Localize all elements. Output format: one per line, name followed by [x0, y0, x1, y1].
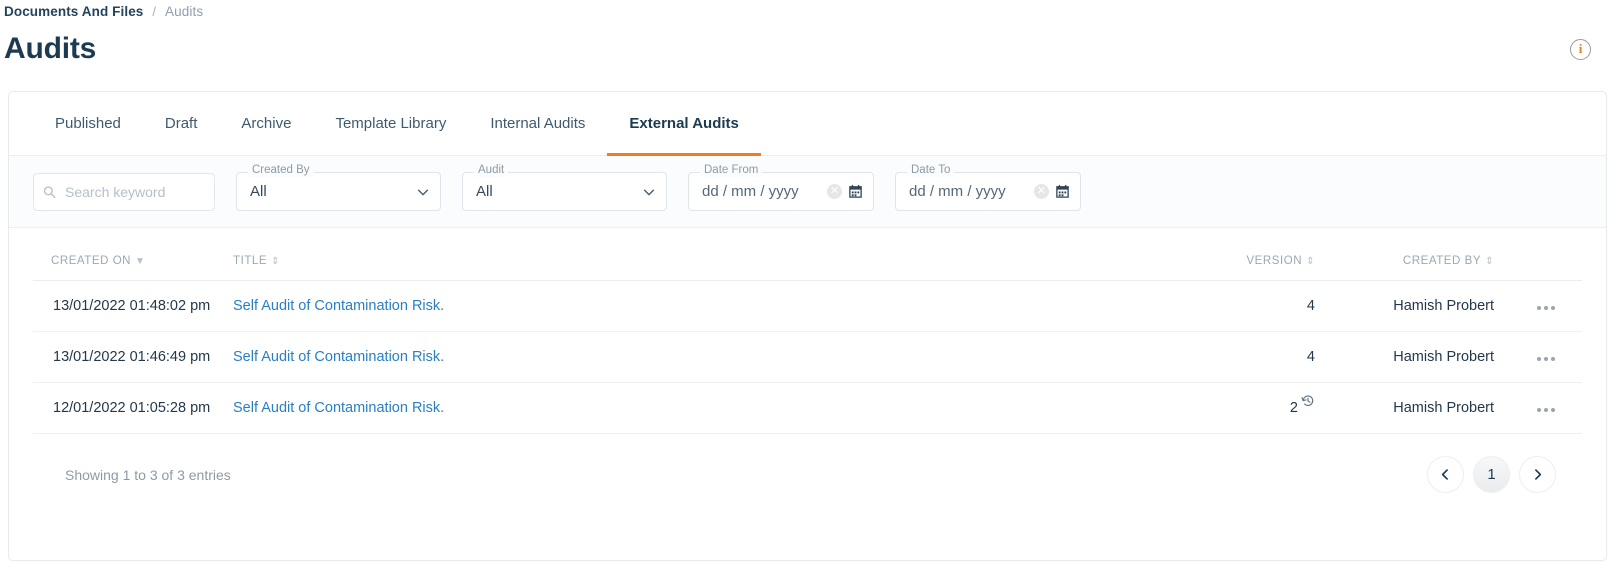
row-actions-menu-icon[interactable] [1533, 302, 1559, 314]
cell-version: 4 [1235, 280, 1325, 332]
audits-card: Published Draft Archive Template Library… [8, 91, 1607, 561]
column-label-title: TITLE [233, 255, 268, 267]
tab-external-audits[interactable]: External Audits [607, 92, 762, 156]
search-box [33, 172, 215, 211]
column-header-actions [1510, 246, 1582, 281]
audit-value: All [476, 183, 493, 200]
tab-archive[interactable]: Archive [219, 92, 313, 155]
clear-icon[interactable]: ✕ [827, 184, 842, 199]
cell-created-on: 12/01/2022 01:05:28 pm [33, 382, 233, 434]
info-icon[interactable]: i [1570, 38, 1591, 60]
showing-entries-text: Showing 1 to 3 of 3 entries [65, 466, 231, 483]
cell-actions [1510, 382, 1582, 434]
tab-bar: Published Draft Archive Template Library… [9, 92, 1606, 156]
version-value-wrap: 4 [1307, 298, 1315, 314]
audit-title-link[interactable]: Self Audit of Contamination Risk. [233, 400, 444, 416]
column-label-version: VERSION [1246, 255, 1303, 267]
version-value: 4 [1306, 298, 1315, 314]
cell-created-on: 13/01/2022 01:48:02 pm [33, 280, 233, 332]
cell-created-by: Hamish Probert [1325, 280, 1510, 332]
cell-created-on: 13/01/2022 01:46:49 pm [33, 331, 233, 383]
table-head: CREATED ON ▼ TITLE ⇕ VERSION ⇕ CREATED BY ⇕ [33, 246, 1582, 281]
table-header-row: CREATED ON ▼ TITLE ⇕ VERSION ⇕ CREATED BY ⇕ [33, 246, 1582, 281]
search-input[interactable] [33, 172, 215, 211]
chevron-down-icon [642, 185, 656, 199]
breadcrumb: Documents And Files / Audits [0, 1, 1615, 21]
cell-version: 4 [1235, 331, 1325, 383]
calendar-icon[interactable] [1055, 184, 1070, 199]
table-row[interactable]: 13/01/2022 01:48:02 pm Self Audit of Con… [33, 280, 1582, 332]
date-from-field[interactable]: Date From dd / mm / yyyy ✕ [688, 164, 874, 211]
created-by-label: Created By [248, 164, 314, 177]
audit-title-link[interactable]: Self Audit of Contamination Risk. [233, 349, 444, 365]
sort-both-icon: ⇕ [1306, 256, 1315, 267]
table-footer: Showing 1 to 3 of 3 entries 1 [33, 434, 1582, 493]
breadcrumb-link-documents-and-files[interactable]: Documents And Files [4, 4, 143, 19]
breadcrumb-separator: / [152, 3, 157, 19]
row-actions-menu-icon[interactable] [1533, 404, 1559, 416]
cell-title: Self Audit of Contamination Risk. [233, 280, 1235, 332]
table-row[interactable]: 13/01/2022 01:46:49 pm Self Audit of Con… [33, 331, 1582, 383]
audit-select[interactable]: Audit All [462, 164, 667, 211]
table-container: CREATED ON ▼ TITLE ⇕ VERSION ⇕ CREATED BY ⇕ … [9, 228, 1606, 493]
calendar-icon[interactable] [848, 184, 863, 199]
column-label-created-on: CREATED ON [51, 255, 132, 267]
filter-bar: Created By All Audit All Date From dd / … [9, 156, 1606, 228]
tab-published[interactable]: Published [33, 92, 143, 155]
audits-table: CREATED ON ▼ TITLE ⇕ VERSION ⇕ CREATED BY ⇕ … [33, 246, 1582, 434]
version-value: 2 [1289, 400, 1298, 416]
date-to-field[interactable]: Date To dd / mm / yyyy ✕ [895, 164, 1081, 211]
column-header-version[interactable]: VERSION ⇕ [1235, 246, 1325, 281]
created-by-value: All [250, 183, 267, 200]
pagination-next-button[interactable] [1519, 456, 1556, 493]
audit-title-link[interactable]: Self Audit of Contamination Risk. [233, 298, 444, 314]
cell-title: Self Audit of Contamination Risk. [233, 382, 1235, 434]
sort-both-icon: ⇕ [1485, 256, 1494, 267]
chevron-down-icon [416, 185, 430, 199]
created-by-select[interactable]: Created By All [236, 164, 441, 211]
cell-created-by: Hamish Probert [1325, 331, 1510, 383]
pagination: 1 [1427, 456, 1558, 493]
page-header: Audits i [0, 21, 1615, 77]
version-value: 4 [1306, 349, 1315, 365]
cell-version: 2 [1235, 382, 1325, 434]
audit-label: Audit [474, 164, 509, 177]
date-to-label: Date To [907, 164, 955, 177]
cell-title: Self Audit of Contamination Risk. [233, 331, 1235, 383]
column-header-created-by[interactable]: CREATED BY ⇕ [1325, 246, 1510, 281]
audits-page: Documents And Files / Audits Audits i Pu… [0, 1, 1615, 570]
cell-actions [1510, 331, 1582, 383]
cell-created-by: Hamish Probert [1325, 382, 1510, 434]
cell-actions [1510, 280, 1582, 332]
table-row[interactable]: 12/01/2022 01:05:28 pm Self Audit of Con… [33, 382, 1582, 434]
pagination-previous-button[interactable] [1427, 456, 1464, 493]
table-body: 13/01/2022 01:48:02 pm Self Audit of Con… [33, 280, 1582, 434]
tab-internal-audits[interactable]: Internal Audits [468, 92, 607, 155]
row-actions-menu-icon[interactable] [1533, 353, 1559, 365]
page-title: Audits [4, 32, 97, 65]
sort-desc-icon: ▼ [135, 256, 146, 267]
date-to-value: dd / mm / yyyy [909, 183, 1006, 200]
column-header-title[interactable]: TITLE ⇕ [233, 246, 1235, 281]
tab-template-library[interactable]: Template Library [313, 92, 468, 155]
version-history-icon[interactable] [1301, 394, 1315, 408]
tab-draft[interactable]: Draft [143, 92, 220, 155]
pagination-page-1[interactable]: 1 [1473, 456, 1510, 493]
breadcrumb-current-audits: Audits [165, 3, 204, 19]
column-label-created-by: CREATED BY [1402, 255, 1482, 267]
date-from-value: dd / mm / yyyy [702, 183, 799, 200]
column-header-created-on[interactable]: CREATED ON ▼ [33, 246, 233, 281]
clear-icon[interactable]: ✕ [1034, 184, 1049, 199]
version-value-wrap: 4 [1307, 349, 1315, 365]
sort-both-icon: ⇕ [271, 256, 280, 267]
date-from-label: Date From [700, 164, 763, 177]
version-value-wrap: 2 [1289, 395, 1315, 416]
